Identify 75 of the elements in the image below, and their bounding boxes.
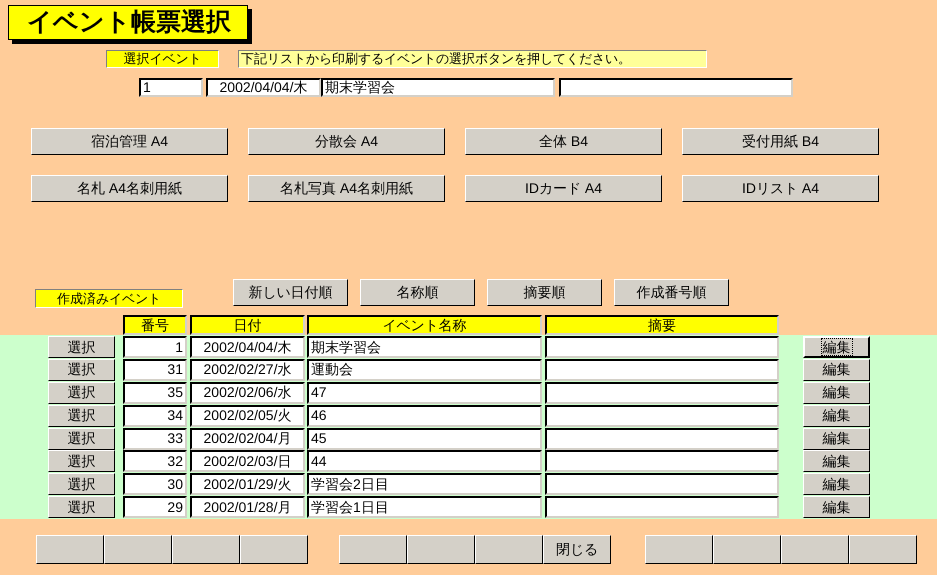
table-cell: 45 <box>307 428 542 450</box>
report-button[interactable]: 名札 A4名刺用紙 <box>31 175 228 202</box>
table-cell: 期末学習会 <box>307 336 542 358</box>
column-header: 日付 <box>190 315 305 335</box>
table-cell: 30 <box>123 473 187 496</box>
table-cell: 46 <box>307 404 542 427</box>
select-button[interactable]: 選択 <box>48 450 115 472</box>
toolbar-button[interactable] <box>475 535 543 564</box>
report-button[interactable]: 全体 B4 <box>465 128 662 155</box>
table-cell: 35 <box>123 382 187 404</box>
report-button[interactable]: 名札写真 A4名刺用紙 <box>248 175 445 202</box>
toolbar-button[interactable] <box>104 535 172 564</box>
edit-button[interactable]: 編集 <box>803 336 870 358</box>
sort-button[interactable]: 作成番号順 <box>614 279 729 306</box>
toolbar-button[interactable] <box>781 535 849 564</box>
report-button[interactable]: IDリスト A4 <box>682 175 879 202</box>
edit-button[interactable]: 編集 <box>803 358 870 381</box>
table-cell: 2002/04/04/木 <box>190 336 305 358</box>
table-cell: 34 <box>123 404 187 427</box>
select-button[interactable]: 選択 <box>48 382 115 404</box>
report-button[interactable]: 分散会 A4 <box>248 128 445 155</box>
table-cell: 運動会 <box>307 358 542 381</box>
toolbar-button[interactable] <box>240 535 308 564</box>
number-field[interactable]: 1 <box>139 78 203 97</box>
toolbar-button[interactable] <box>339 535 407 564</box>
table-cell: 29 <box>123 496 187 518</box>
select-button[interactable]: 選択 <box>48 358 115 381</box>
report-button[interactable]: 受付用紙 B4 <box>682 128 879 155</box>
select-button[interactable]: 選択 <box>48 473 115 496</box>
report-button[interactable]: IDカード A4 <box>465 175 662 202</box>
field-label: 選択イベント <box>106 50 219 68</box>
toolbar-button[interactable] <box>407 535 475 564</box>
event-name-field[interactable]: 期末学習会 <box>321 78 555 97</box>
table-cell: 32 <box>123 450 187 472</box>
instruction-text: 下記リストから印刷するイベントの選択ボタンを押してください。 <box>238 50 707 68</box>
table-cell: 学習会2日目 <box>307 473 542 496</box>
edit-button[interactable]: 編集 <box>803 382 870 404</box>
edit-button[interactable]: 編集 <box>803 450 870 472</box>
toolbar-button[interactable] <box>172 535 240 564</box>
edit-button[interactable]: 編集 <box>803 404 870 427</box>
select-button[interactable]: 選択 <box>48 336 115 358</box>
summary-field[interactable] <box>559 78 793 97</box>
table-cell: 1 <box>123 336 187 358</box>
date-field[interactable]: 2002/04/04/木 <box>206 78 321 97</box>
toolbar-button[interactable] <box>713 535 781 564</box>
table-cell: 47 <box>307 382 542 404</box>
edit-button[interactable]: 編集 <box>803 473 870 496</box>
table-cell: 31 <box>123 358 187 381</box>
toolbar-button[interactable] <box>36 535 104 564</box>
table-cell: 2002/02/27/水 <box>190 358 305 381</box>
select-button[interactable]: 選択 <box>48 428 115 450</box>
table-cell: 学習会1日目 <box>307 496 542 518</box>
report-button[interactable]: 宿泊管理 A4 <box>31 128 228 155</box>
edit-button[interactable]: 編集 <box>803 496 870 518</box>
table-cell: 33 <box>123 428 187 450</box>
select-button[interactable]: 選択 <box>48 496 115 518</box>
toolbar-button[interactable] <box>645 535 713 564</box>
toolbar-button[interactable]: 閉じる <box>543 535 611 564</box>
table-cell: 2002/02/04/月 <box>190 428 305 450</box>
table-cell: 2002/02/05/火 <box>190 404 305 427</box>
sort-button[interactable]: 名称順 <box>360 279 475 306</box>
select-button[interactable]: 選択 <box>48 404 115 427</box>
column-header: 番号 <box>123 315 187 335</box>
table-cell: 2002/02/03/日 <box>190 450 305 472</box>
section-label: 作成済みイベント <box>35 289 183 308</box>
sort-button[interactable]: 摘要順 <box>487 279 602 306</box>
column-header: イベント名称 <box>307 315 542 335</box>
table-cell: 44 <box>307 450 542 472</box>
table-cell: 2002/01/29/火 <box>190 473 305 496</box>
column-header: 摘要 <box>545 315 779 335</box>
edit-button[interactable]: 編集 <box>803 428 870 450</box>
table-cell: 2002/01/28/月 <box>190 496 305 518</box>
toolbar-button[interactable] <box>849 535 917 564</box>
table-cell: 2002/02/06/水 <box>190 382 305 404</box>
sort-button[interactable]: 新しい日付順 <box>233 279 348 306</box>
